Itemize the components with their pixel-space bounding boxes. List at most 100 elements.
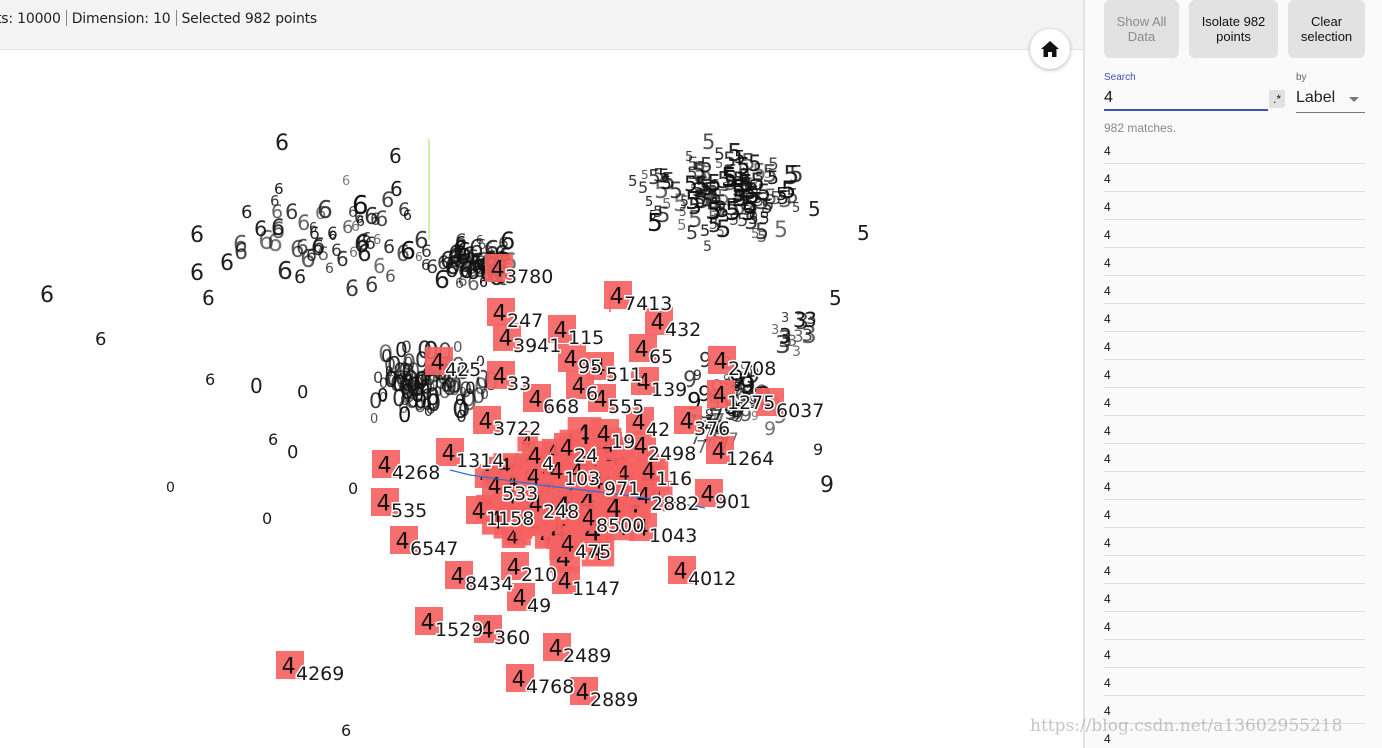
digit-sprite: 6 bbox=[373, 233, 381, 248]
scatter-plot[interactable]: 6666666666666666666666666666666666666666… bbox=[0, 51, 1083, 748]
digit-sprite: 4 bbox=[472, 499, 486, 524]
digit-sprite: 4 bbox=[451, 564, 465, 589]
match-list-item[interactable]: 4 bbox=[1104, 248, 1365, 276]
digit-sprite: 6 bbox=[396, 242, 410, 267]
regex-toggle-button[interactable]: .* bbox=[1269, 90, 1285, 108]
digit-sprite: 4 bbox=[680, 409, 694, 434]
digit-sprite: 6 bbox=[290, 237, 305, 263]
digit-sprite: 6 bbox=[342, 174, 350, 189]
match-list-item[interactable]: 4 bbox=[1104, 444, 1365, 472]
point-label: 65 bbox=[649, 346, 673, 368]
dimension-count: Dimension: 10 bbox=[71, 11, 171, 27]
point-label: 535 bbox=[391, 500, 427, 522]
digit-sprite: 3 bbox=[781, 311, 789, 326]
search-by-select[interactable]: Label bbox=[1296, 86, 1365, 113]
chevron-down-icon bbox=[1349, 97, 1359, 102]
digit-sprite: 6 bbox=[40, 283, 54, 308]
digit-sprite: 9 bbox=[764, 418, 776, 440]
search-by-value: Label bbox=[1296, 89, 1336, 106]
status-text: ts: 10000 Dimension: 10 Selected 982 point… bbox=[0, 10, 317, 27]
digit-sprite: 6 bbox=[190, 261, 204, 286]
point-label: 533 bbox=[502, 483, 538, 505]
match-list-item[interactable]: 4 bbox=[1104, 584, 1365, 612]
match-list-item[interactable]: 4 bbox=[1104, 332, 1365, 360]
digit-sprite: 5 bbox=[703, 239, 712, 255]
digit-sprite: 5 bbox=[789, 162, 804, 188]
digit-sprite: 4 bbox=[493, 364, 507, 389]
match-list-item[interactable]: 4 bbox=[1104, 136, 1365, 164]
point-label: 1147 bbox=[572, 578, 620, 600]
match-list-item[interactable]: 4 bbox=[1104, 668, 1365, 696]
match-list-item[interactable]: 4 bbox=[1104, 164, 1365, 192]
digit-sprite: 0 bbox=[262, 509, 272, 528]
point-label: 425 bbox=[445, 359, 481, 381]
point-label: 6037 bbox=[776, 400, 824, 422]
digit-sprite: 5 bbox=[686, 222, 698, 244]
digit-sprite: 4 bbox=[597, 422, 611, 447]
point-label: 6 bbox=[586, 383, 598, 405]
point-label: 555 bbox=[608, 396, 644, 418]
digit-sprite: 0 bbox=[370, 412, 378, 427]
digit-sprite: 5 bbox=[808, 197, 821, 221]
point-label: 4268 bbox=[392, 462, 440, 484]
home-icon bbox=[1041, 41, 1059, 57]
match-list-item[interactable]: 4 bbox=[1104, 640, 1365, 668]
match-list-item[interactable]: 4 bbox=[1104, 220, 1365, 248]
search-label: Search bbox=[1104, 72, 1136, 83]
digit-sprite: 4 bbox=[610, 284, 624, 309]
digit-sprite: 5 bbox=[829, 286, 842, 310]
point-label: 360 bbox=[494, 627, 530, 649]
point-label: 248 bbox=[543, 501, 579, 523]
match-list-item[interactable]: 4 bbox=[1104, 500, 1365, 528]
digit-sprite: 6 bbox=[315, 203, 326, 224]
show-all-data-button[interactable]: Show All Data bbox=[1104, 0, 1179, 58]
point-label: 432 bbox=[665, 319, 701, 341]
match-list-item[interactable]: 4 bbox=[1104, 556, 1365, 584]
point-label: 1158 bbox=[486, 508, 534, 530]
match-list-item[interactable]: 4 bbox=[1104, 612, 1365, 640]
match-list-item[interactable]: 4 bbox=[1104, 472, 1365, 500]
digit-sprite: 4 bbox=[674, 559, 688, 584]
search-input[interactable] bbox=[1104, 86, 1268, 111]
digit-sprite: 6 bbox=[241, 202, 252, 223]
point-label: 8434 bbox=[465, 573, 513, 595]
point-label: 2889 bbox=[590, 689, 638, 711]
digit-sprite: 6 bbox=[202, 286, 215, 310]
digit-sprite: 4 bbox=[431, 350, 445, 375]
match-list-item[interactable]: 4 bbox=[1104, 388, 1365, 416]
match-list-item[interactable]: 4 bbox=[1104, 416, 1365, 444]
digit-sprite: 4 bbox=[513, 586, 527, 611]
clear-selection-button[interactable]: Clear selection bbox=[1288, 0, 1365, 58]
embedding-projector: ts: 10000 Dimension: 10 Selected 982 point… bbox=[0, 0, 1382, 748]
reset-view-button[interactable] bbox=[1030, 29, 1070, 69]
digit-sprite: 4 bbox=[491, 257, 505, 282]
match-list-item[interactable]: 4 bbox=[1104, 192, 1365, 220]
point-label: 139 bbox=[651, 379, 687, 401]
digit-sprite: 4 bbox=[582, 506, 596, 531]
point-label: 210 bbox=[521, 564, 557, 586]
match-list-item[interactable]: 4 bbox=[1104, 276, 1365, 304]
digit-sprite: 0 bbox=[398, 359, 411, 383]
digit-sprite: 4 bbox=[549, 636, 563, 661]
digit-sprite: 5 bbox=[857, 221, 870, 245]
digit-sprite: 5 bbox=[741, 187, 749, 201]
digit-sprite: 0 bbox=[456, 407, 467, 427]
digit-sprite: 5 bbox=[778, 187, 793, 213]
digit-sprite: 9 bbox=[813, 440, 823, 459]
isolate-points-button[interactable]: Isolate 982 points bbox=[1189, 0, 1278, 58]
digit-sprite: 6 bbox=[190, 223, 204, 248]
scatter-canvas[interactable]: 6 66 66666666666 6666666 6666 666666666 666 666… bbox=[0, 51, 1083, 748]
match-list-item[interactable]: 4 bbox=[1104, 360, 1365, 388]
inspector-panel: Show All Data Isolate 982 points Clear s… bbox=[1083, 0, 1382, 748]
match-list-item[interactable]: 4 bbox=[1104, 724, 1365, 748]
point-label: 1314 bbox=[456, 450, 504, 472]
digit-sprite: 0 bbox=[348, 479, 358, 498]
digit-sprite: 5 bbox=[774, 218, 788, 243]
digit-sprite: 6 bbox=[285, 200, 298, 224]
digit-sprite: 0 bbox=[250, 374, 263, 398]
match-list-item[interactable]: 4 bbox=[1104, 696, 1365, 724]
digit-sprite: 5 bbox=[697, 160, 705, 175]
match-list-item[interactable]: 4 bbox=[1104, 304, 1365, 332]
match-list-item[interactable]: 4 bbox=[1104, 528, 1365, 556]
digit-sprite: 5 bbox=[660, 172, 672, 194]
